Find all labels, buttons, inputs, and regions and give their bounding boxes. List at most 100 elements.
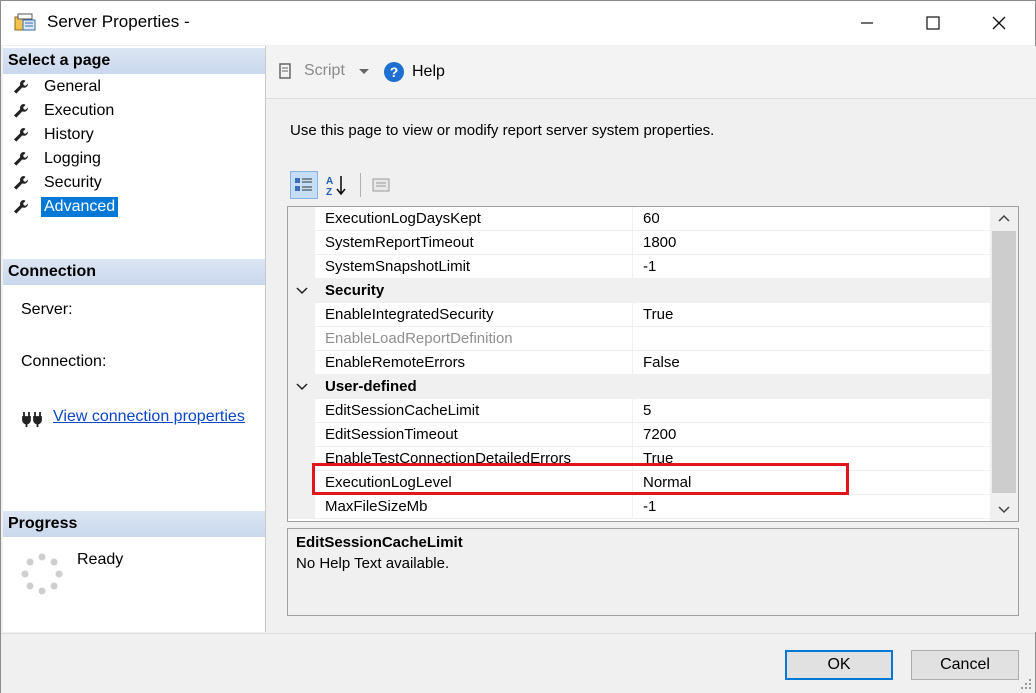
highlight-annotation-box xyxy=(312,463,849,495)
script-button[interactable]: Script xyxy=(278,62,371,80)
property-value[interactable]: -1 xyxy=(633,255,990,279)
property-row[interactable]: EditSessionTimeout 7200 xyxy=(288,423,990,447)
property-row[interactable]: EditSessionCacheLimit 5 xyxy=(288,399,990,423)
vertical-scrollbar[interactable] xyxy=(990,207,1018,521)
resize-grip-icon[interactable] xyxy=(1019,677,1033,691)
property-value[interactable]: 60 xyxy=(633,207,990,231)
alphabetical-button[interactable]: A Z xyxy=(322,171,350,199)
property-row[interactable]: EnableIntegratedSecurity True xyxy=(288,303,990,327)
chevron-down-icon[interactable] xyxy=(294,279,310,303)
row-gutter xyxy=(288,231,315,255)
property-value[interactable]: True xyxy=(633,303,990,327)
page-item-advanced[interactable]: Advanced xyxy=(11,196,119,218)
svg-text:Z: Z xyxy=(326,187,332,197)
connection-value-redacted xyxy=(23,376,183,380)
page-item-logging[interactable]: Logging xyxy=(11,148,104,170)
property-row[interactable]: EnableLoadReportDefinition xyxy=(288,327,990,351)
connection-label: Connection: xyxy=(21,353,107,370)
property-pages-icon xyxy=(372,178,390,192)
page-item-history[interactable]: History xyxy=(11,124,97,146)
server-value-redacted xyxy=(23,320,183,324)
help-panel-text: No Help Text available. xyxy=(296,555,450,572)
progress-header: Progress xyxy=(3,511,265,537)
property-help-panel: EditSessionCacheLimit No Help Text avail… xyxy=(287,528,1019,616)
property-value xyxy=(633,327,990,351)
help-panel-title: EditSessionCacheLimit xyxy=(296,534,463,551)
property-name: MaxFileSizeMb xyxy=(315,495,633,519)
page-description: Use this page to view or modify report s… xyxy=(290,122,715,139)
window-title: Server Properties - xyxy=(47,12,190,31)
page-item-label: Logging xyxy=(44,150,101,167)
row-gutter xyxy=(288,255,315,279)
scrollbar-thumb[interactable] xyxy=(992,231,1016,493)
row-gutter xyxy=(288,303,315,327)
wrench-icon xyxy=(14,104,29,118)
category-label: Security xyxy=(325,282,385,299)
progress-status: Ready xyxy=(77,551,124,568)
scroll-down-icon[interactable] xyxy=(996,501,1012,517)
property-row[interactable]: SystemReportTimeout 1800 xyxy=(288,231,990,255)
progress-spinner-icon xyxy=(21,553,63,595)
property-name: EnableIntegratedSecurity xyxy=(315,303,633,327)
scroll-up-icon[interactable] xyxy=(996,211,1012,227)
page-item-label: Advanced xyxy=(41,197,119,217)
row-gutter xyxy=(288,423,315,447)
wrench-icon xyxy=(14,128,29,142)
close-button[interactable] xyxy=(965,1,1033,45)
property-row[interactable]: ExecutionLogDaysKept 60 xyxy=(288,207,990,231)
property-value[interactable]: 7200 xyxy=(633,423,990,447)
page-item-security[interactable]: Security xyxy=(11,172,105,194)
help-label: Help xyxy=(412,63,445,80)
category-row-security[interactable]: Security xyxy=(288,279,990,303)
property-value[interactable]: -1 xyxy=(633,495,990,519)
maximize-button[interactable] xyxy=(899,1,967,45)
cancel-button[interactable]: Cancel xyxy=(911,650,1019,680)
row-gutter xyxy=(288,399,315,423)
property-value[interactable]: False xyxy=(633,351,990,375)
page-item-label: History xyxy=(44,126,94,143)
wrench-icon xyxy=(14,200,29,214)
wrench-icon xyxy=(14,152,29,166)
help-icon: ? xyxy=(384,62,404,82)
property-value[interactable]: 5 xyxy=(633,399,990,423)
server-label: Server: xyxy=(21,301,73,318)
right-pane: Script ? Help Use this page to view or m… xyxy=(266,46,1036,632)
wrench-icon xyxy=(14,176,29,190)
dropdown-arrow-icon[interactable] xyxy=(357,66,371,76)
ok-button[interactable]: OK xyxy=(785,650,893,680)
property-value[interactable]: 1800 xyxy=(633,231,990,255)
category-row-user-defined[interactable]: User-defined xyxy=(288,375,990,399)
row-gutter xyxy=(288,471,315,495)
property-row[interactable]: MaxFileSizeMb -1 xyxy=(288,495,990,519)
categorized-button[interactable] xyxy=(290,171,318,199)
property-row[interactable]: EnableRemoteErrors False xyxy=(288,351,990,375)
dialog-button-bar: OK Cancel xyxy=(1,633,1035,693)
view-connection-properties-link[interactable]: View connection properties xyxy=(53,408,245,426)
categorized-icon xyxy=(295,178,312,191)
property-name: EnableLoadReportDefinition xyxy=(315,327,633,351)
toolbar-separator xyxy=(360,173,361,197)
row-gutter xyxy=(288,207,315,231)
select-page-header: Select a page xyxy=(3,48,265,74)
sort-az-icon: A Z xyxy=(326,176,346,197)
minimize-button[interactable] xyxy=(833,1,901,45)
page-item-general[interactable]: General xyxy=(11,76,104,98)
title-bar: Server Properties - xyxy=(1,1,1035,45)
property-name: EnableRemoteErrors xyxy=(315,351,633,375)
help-button[interactable]: ? Help xyxy=(384,62,445,82)
left-pane: Select a page General Execution History … xyxy=(3,46,266,632)
row-gutter xyxy=(288,495,315,519)
chevron-down-icon[interactable] xyxy=(294,375,310,399)
page-item-execution[interactable]: Execution xyxy=(11,100,117,122)
property-name: ExecutionLogDaysKept xyxy=(315,207,633,231)
toolbar: Script ? Help xyxy=(266,46,1036,99)
property-name: SystemSnapshotLimit xyxy=(315,255,633,279)
row-gutter xyxy=(288,447,315,471)
property-pages-button[interactable] xyxy=(367,171,395,199)
script-label: Script xyxy=(304,62,345,79)
property-name: EditSessionTimeout xyxy=(315,423,633,447)
property-row[interactable]: SystemSnapshotLimit -1 xyxy=(288,255,990,279)
property-grid-toolbar: A Z xyxy=(290,171,399,199)
row-gutter xyxy=(288,327,315,351)
server-properties-window: Server Properties - Select a page Genera… xyxy=(0,0,1036,693)
